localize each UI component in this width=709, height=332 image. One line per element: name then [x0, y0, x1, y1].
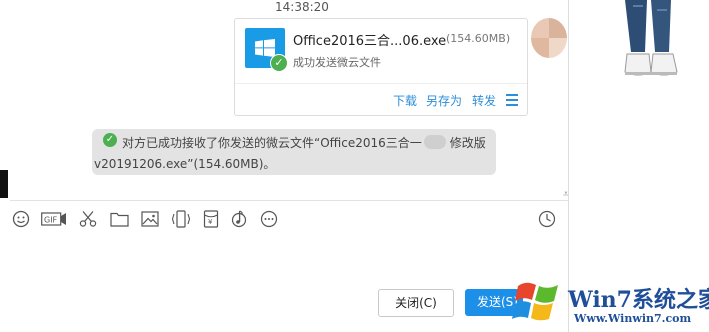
message-timestamp: 14:38:20: [275, 0, 329, 14]
sent-check-icon: ✓: [270, 54, 288, 72]
more-icon[interactable]: [260, 210, 278, 228]
card-divider: [235, 83, 527, 84]
download-link[interactable]: 下载: [393, 92, 417, 109]
more-menu-icon[interactable]: [506, 94, 518, 109]
site-watermark: Win7系统之家 Www.Winwin7.com: [508, 276, 709, 332]
windows-flag-logo: [512, 282, 558, 321]
red-packet-icon[interactable]: ¥: [203, 210, 219, 228]
gif-icon[interactable]: GIF: [41, 210, 67, 228]
emoji-icon[interactable]: [12, 210, 30, 228]
file-size: (154.60MB): [446, 32, 511, 45]
chat-message-area: 14:38:20 ✓ Office2016三合...06.exe (154.60…: [10, 0, 569, 200]
forward-link[interactable]: 转发: [472, 92, 496, 109]
folder-icon[interactable]: [110, 210, 129, 228]
file-message-card[interactable]: ✓ Office2016三合...06.exe (154.60MB) 成功发送微…: [234, 18, 528, 116]
avatar-show-figure: [624, 0, 678, 76]
watermark-title: Win7系统之家: [568, 287, 709, 313]
save-as-link[interactable]: 另存为: [426, 92, 462, 109]
close-button[interactable]: 关闭(C): [378, 289, 454, 317]
notice-text-line2: v20191206.exe”(154.60MB)。: [94, 157, 276, 171]
system-notice: ✓ 对方已成功接收了你发送的微云文件“Office2016三合一 修改版 v201…: [92, 129, 496, 175]
check-icon: ✓: [103, 133, 117, 147]
image-icon[interactable]: [141, 210, 159, 228]
scissors-icon[interactable]: [79, 210, 97, 228]
svg-text:¥: ¥: [208, 218, 213, 226]
message-input[interactable]: [10, 238, 568, 332]
svg-text:GIF: GIF: [44, 216, 58, 225]
blurred-text: [424, 135, 446, 149]
history-icon[interactable]: [538, 210, 556, 228]
file-name[interactable]: Office2016三合...06.exe: [293, 30, 446, 49]
avatar[interactable]: [531, 18, 567, 58]
input-toolbar: GIF ¥: [10, 200, 568, 239]
watermark-url: Www.Winwin7.com: [574, 312, 692, 325]
shake-icon[interactable]: [171, 210, 191, 228]
music-icon[interactable]: [230, 210, 248, 228]
send-status: 成功发送微云文件: [293, 56, 381, 69]
